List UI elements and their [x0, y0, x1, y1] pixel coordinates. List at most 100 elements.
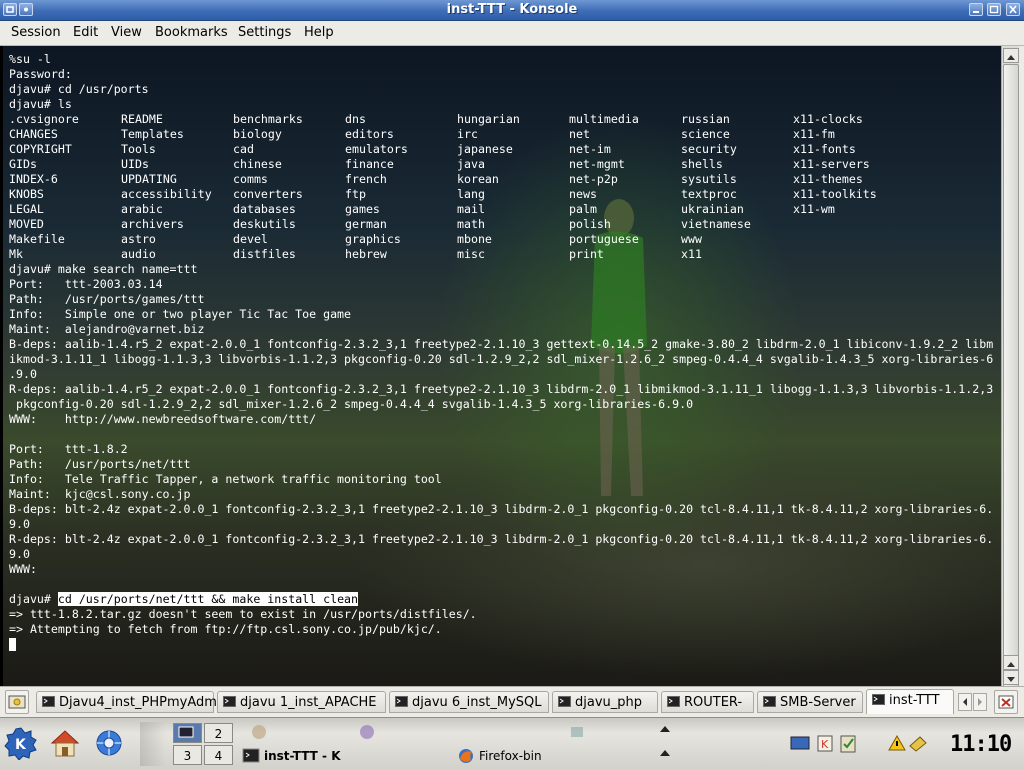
window-titlebar[interactable]: inst-TTT - Konsole [0, 0, 1024, 21]
scroll-up-button[interactable] [1003, 48, 1019, 63]
ls-entry: Templates [121, 127, 184, 141]
ls-entry: french [345, 172, 387, 186]
panel-clock[interactable]: 11:10 [950, 732, 1012, 757]
kopete-icon[interactable] [358, 723, 376, 741]
ls-entry: portuguese [569, 232, 639, 246]
ls-entry: x11 [681, 247, 702, 261]
tab-label: inst-TTT [889, 693, 940, 708]
maximize-button[interactable] [987, 3, 1001, 16]
terminal-line: R-deps: blt-2.4z expat-2.0.0_1 fontconfi… [9, 532, 994, 546]
arrow-down-icon [1007, 677, 1015, 682]
menu-help[interactable]: Help [299, 21, 339, 45]
desktop-thumbnail-icon [178, 726, 194, 738]
new-session-button[interactable] [5, 690, 29, 714]
ls-entry: japanese [457, 142, 513, 156]
network-icon[interactable] [568, 723, 586, 741]
ls-entry: archivers [121, 217, 184, 231]
konsole-icon [242, 748, 260, 763]
ls-entry: sysutils [681, 172, 737, 186]
selected-command[interactable]: cd /usr/ports/net/ttt && make install cl… [57, 592, 359, 606]
terminal-line: B-deps: aalib-1.4.r5_2 expat-2.0.0_1 fon… [9, 337, 994, 351]
window-frame [1019, 46, 1024, 686]
klipper-icon[interactable]: K [816, 734, 834, 752]
terminal-scrollbar[interactable] [1001, 46, 1020, 700]
updater-icon[interactable] [908, 734, 928, 752]
scroll-up-button-2[interactable] [1003, 655, 1019, 670]
ls-entry: accessibility [121, 187, 212, 201]
ls-entry: MOVED [9, 217, 44, 231]
ls-entry: LEGAL [9, 202, 44, 216]
ls-entry: german [345, 217, 387, 231]
tab-djavu-1-inst-apache[interactable]: djavu 1_inst_APACHE [217, 691, 386, 713]
scroll-down-button[interactable] [1003, 670, 1019, 685]
kde-menu-button[interactable]: K [4, 726, 38, 761]
terminal-line: => ttt-1.8.2.tar.gz doesn't seem to exis… [9, 607, 477, 621]
scrollbar-thumb[interactable] [1003, 64, 1019, 700]
ls-entry: distfiles [233, 247, 296, 261]
menu-edit[interactable]: Edit [68, 21, 103, 45]
eject-icon[interactable] [658, 747, 672, 761]
task-konsole[interactable]: inst-TTT - K [240, 745, 384, 767]
terminal-line: Port: ttt-1.8.2 [9, 442, 128, 456]
menu-view[interactable]: View [106, 21, 147, 45]
tab-scroll-right[interactable] [973, 693, 987, 711]
terminal-line: Maint: alejandro@varnet.biz [9, 322, 205, 336]
ls-entry: java [457, 157, 485, 171]
ls-entry: x11-themes [793, 172, 863, 186]
tab-smb-server[interactable]: SMB-Server [757, 691, 863, 713]
menu-settings[interactable]: Settings [233, 21, 296, 45]
ls-entry: net-mgmt [569, 157, 625, 171]
ls-entry: palm [569, 202, 597, 216]
ls-entry: KNOBS [9, 187, 44, 201]
terminal-view[interactable]: %su -l Password: djavu# cd /usr/ports djavu… [3, 46, 1001, 686]
tab-router[interactable]: ROUTER- [661, 691, 754, 713]
session-tab-bar: Djavu4_inst_PHPmyAdm djavu 1_inst_APACHE d… [0, 686, 1024, 717]
close-icon [1009, 5, 1017, 14]
tab-inst-ttt[interactable]: inst-TTT [866, 689, 954, 714]
ls-entry: vietnamese [681, 217, 751, 231]
task-firefox[interactable]: Firefox-bin [455, 745, 599, 767]
tab-label: SMB-Server [780, 695, 856, 710]
terminal-icon [667, 696, 680, 707]
system-monitor-icon[interactable] [250, 723, 268, 741]
ls-entry: ftp [345, 187, 366, 201]
terminal-line: Maint: kjc@csl.sony.co.jp [9, 487, 191, 501]
ls-entry: astro [121, 232, 156, 246]
tab-djavu4-inst-phpmyadm[interactable]: Djavu4_inst_PHPmyAdm [36, 691, 217, 713]
terminal-line: Port: ttt-2003.03.14 [9, 277, 163, 291]
panel-background [140, 722, 166, 766]
minimize-button[interactable] [969, 3, 983, 16]
ls-entry: net-im [569, 142, 611, 156]
browser-launcher-button[interactable] [92, 726, 126, 760]
tab-djavu-php[interactable]: djavu_php [552, 691, 658, 713]
ls-entry: README [121, 112, 163, 126]
globe-gear-icon [96, 730, 122, 756]
terminal-line: WWW: [9, 562, 37, 576]
terminal-line: Path: /usr/ports/games/ttt [9, 292, 205, 306]
terminal-line: pkgconfig-0.20 sdl-1.2.9_2,2 sdl_mixer-1… [9, 397, 694, 411]
menu-session[interactable]: Session [6, 21, 66, 45]
ls-entry: Mk [9, 247, 23, 261]
home-button[interactable] [48, 726, 82, 760]
ls-entry: misc [457, 247, 485, 261]
pager-desktop-1[interactable] [173, 723, 202, 743]
menu-bookmarks[interactable]: Bookmarks [150, 21, 233, 45]
pager-desktop-3[interactable]: 3 [173, 745, 202, 765]
close-session-button[interactable] [994, 690, 1018, 714]
pager-desktop-2[interactable]: 2 [204, 723, 233, 743]
eject-icon[interactable] [658, 723, 672, 737]
ls-entry: x11-fm [793, 127, 835, 141]
ls-entry: games [345, 202, 380, 216]
tab-scroll-left[interactable] [958, 693, 972, 711]
tab-djavu-6-inst-mysql[interactable]: djavu 6_inst_MySQL [389, 691, 549, 713]
ls-entry: korean [457, 172, 499, 186]
ls-entry: chinese [233, 157, 282, 171]
pager-desktop-4[interactable]: 4 [204, 745, 233, 765]
close-button[interactable] [1006, 3, 1020, 16]
tab-label: Djavu4_inst_PHPmyAdm [59, 695, 217, 710]
terminal-line: R-deps: aalib-1.4.r5_2 expat-2.0.0_1 fon… [9, 382, 994, 396]
display-settings-icon[interactable] [790, 736, 810, 752]
clipboard-check-icon[interactable] [838, 734, 860, 754]
warning-icon[interactable] [888, 734, 906, 752]
